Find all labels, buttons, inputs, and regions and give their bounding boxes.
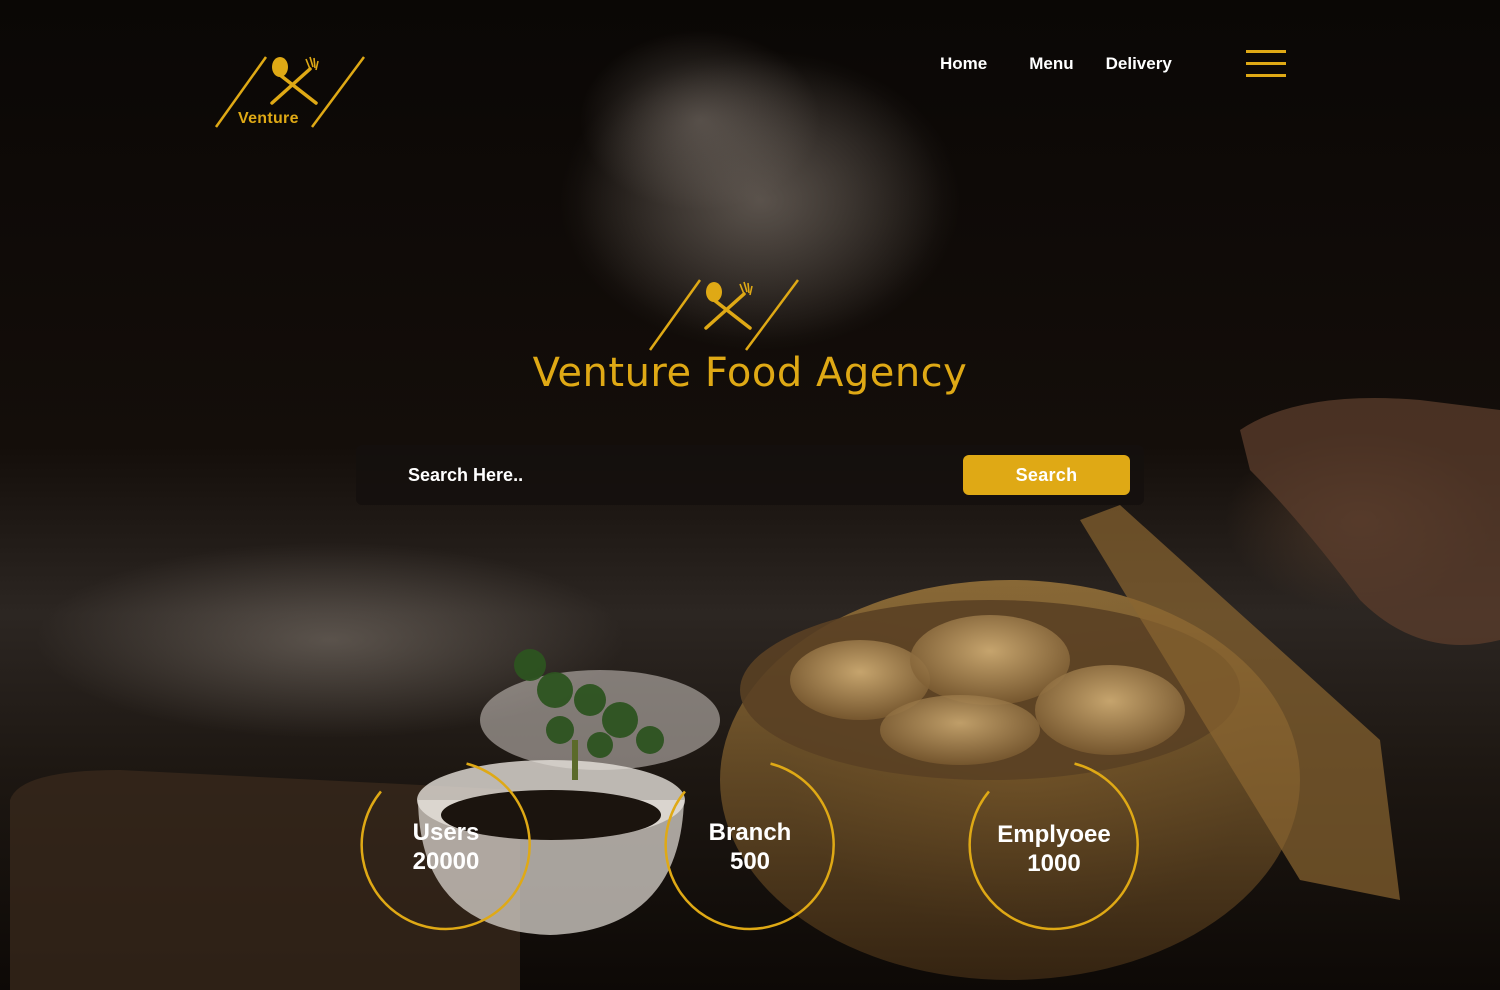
hero-title: Venture Food Agency (532, 350, 968, 396)
center-emblem (648, 279, 800, 351)
stat-text: Emplyoee 1000 (966, 820, 1142, 878)
stat-users: Users 20000 (358, 760, 534, 932)
steam-cloud-2 (580, 30, 820, 210)
hand (1240, 398, 1500, 645)
stat-branch: Branch 500 (662, 760, 838, 932)
logo-text: Venture (238, 110, 299, 127)
main-nav: Home Menu Delivery (940, 52, 1204, 76)
stat-value: 1000 (1027, 850, 1081, 877)
search-button[interactable]: Search (963, 455, 1130, 495)
stat-text: Users 20000 (358, 818, 534, 876)
stat-label: Emplyoee (997, 821, 1111, 848)
nav-menu[interactable]: Menu (1029, 52, 1073, 76)
herb-stem (572, 740, 578, 780)
hamburger-menu-icon[interactable] (1246, 50, 1286, 78)
stat-employee: Emplyoee 1000 (966, 760, 1142, 932)
stat-text: Branch 500 (662, 818, 838, 876)
search-input[interactable] (396, 457, 960, 493)
stat-label: Branch (708, 819, 792, 846)
spoon-fork-cross-icon (270, 56, 319, 105)
search-bar: Search (356, 445, 1144, 505)
spoon-fork-cross-icon (704, 281, 753, 330)
stat-value: 500 (729, 848, 771, 875)
stat-value: 20000 (412, 848, 480, 875)
dumpling (880, 695, 1040, 765)
nav-delivery[interactable]: Delivery (1106, 52, 1172, 76)
nav-home[interactable]: Home (940, 52, 987, 76)
dumpling (1035, 665, 1185, 755)
stat-label: Users (412, 819, 480, 846)
